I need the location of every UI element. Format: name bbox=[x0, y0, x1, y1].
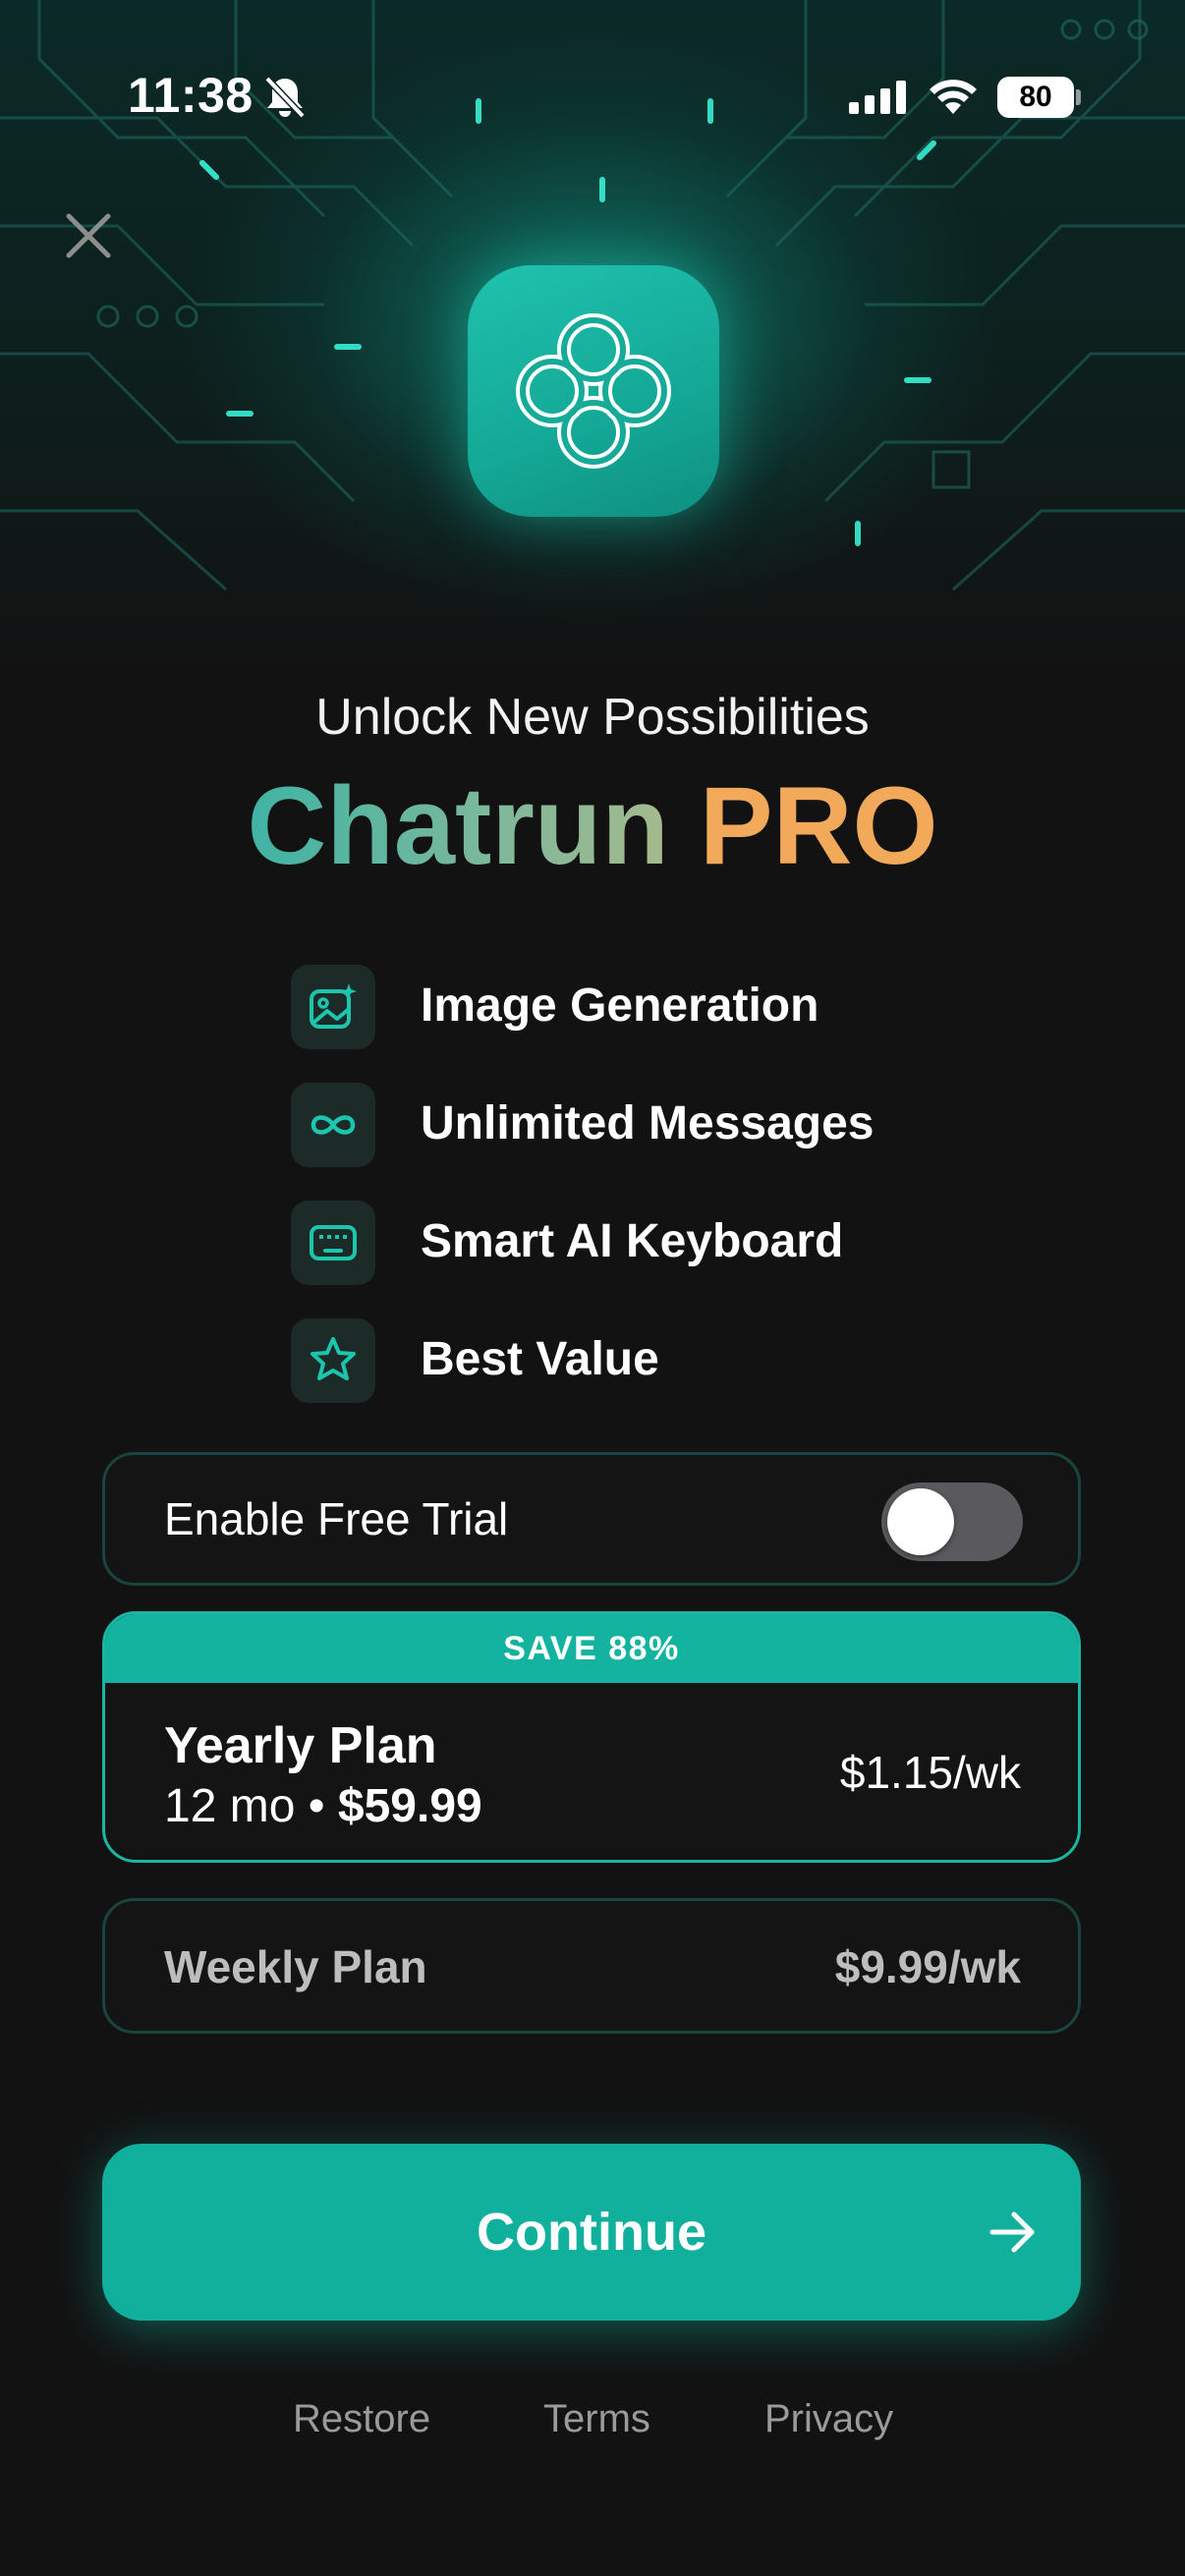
close-icon bbox=[66, 213, 111, 258]
free-trial-row[interactable]: Enable Free Trial bbox=[102, 1452, 1081, 1586]
yearly-plan-term: 12 mo bbox=[164, 1780, 296, 1832]
battery-cap bbox=[1076, 89, 1081, 105]
weekly-plan-option[interactable]: Weekly Plan $9.99/wk bbox=[102, 1898, 1081, 2034]
feature-label: Smart AI Keyboard bbox=[421, 1215, 844, 1267]
app-logo bbox=[468, 265, 719, 517]
paywall-subtitle: Unlock New Possibilities bbox=[315, 689, 870, 746]
feature-item-best-value: Best Value bbox=[291, 1318, 979, 1436]
battery-level: 80 bbox=[997, 77, 1074, 118]
yearly-plan-price: $59.99 bbox=[337, 1780, 482, 1832]
weekly-plan-price: $9.99/wk bbox=[834, 1941, 1021, 1992]
yearly-plan-detail: 12 mo • $59.99 bbox=[164, 1779, 482, 1833]
free-trial-label: Enable Free Trial bbox=[164, 1493, 509, 1544]
separator-dot: • bbox=[308, 1780, 325, 1832]
title-pro: PRO bbox=[699, 764, 938, 887]
feature-item-unlimited-messages: Unlimited Messages bbox=[291, 1083, 979, 1201]
cellular-signal-icon bbox=[849, 81, 908, 119]
feature-label: Unlimited Messages bbox=[421, 1097, 875, 1149]
wifi-icon bbox=[928, 77, 979, 121]
privacy-link[interactable]: Privacy bbox=[764, 2397, 893, 2441]
image-sparkle-icon bbox=[291, 965, 375, 1049]
paywall-screen: 11:38 80 Unlock New Possibilities Chatru… bbox=[0, 0, 1185, 2576]
close-button[interactable] bbox=[59, 206, 118, 265]
title-brand: Chatrun bbox=[247, 764, 669, 887]
feature-item-smart-ai-keyboard: Smart AI Keyboard bbox=[291, 1201, 979, 1318]
bell-slash-icon bbox=[263, 75, 307, 125]
status-bar: 11:38 80 bbox=[0, 59, 1185, 138]
star-icon bbox=[291, 1318, 375, 1403]
feature-label: Best Value bbox=[421, 1333, 659, 1385]
knot-logo-icon bbox=[516, 313, 671, 469]
keyboard-icon bbox=[291, 1201, 375, 1285]
arrow-right-icon bbox=[988, 2209, 1038, 2261]
save-badge: SAVE 88% bbox=[105, 1614, 1078, 1683]
weekly-plan-name: Weekly Plan bbox=[164, 1941, 427, 1992]
yearly-plan-per-week: $1.15/wk bbox=[839, 1747, 1021, 1798]
paywall-title: Chatrun PRO bbox=[0, 762, 1185, 890]
continue-label: Continue bbox=[477, 2203, 706, 2262]
feature-item-image-generation: Image Generation bbox=[291, 965, 979, 1083]
status-time: 11:38 bbox=[128, 68, 254, 123]
toggle-knob bbox=[887, 1488, 954, 1555]
feature-label: Image Generation bbox=[421, 980, 819, 1032]
yearly-plan-option[interactable]: SAVE 88% Yearly Plan 12 mo • $59.99 $1.1… bbox=[102, 1611, 1081, 1863]
yearly-plan-name: Yearly Plan bbox=[164, 1717, 437, 1774]
free-trial-toggle[interactable] bbox=[881, 1483, 1023, 1561]
feature-list: Image Generation Unlimited Messages Smar… bbox=[291, 965, 979, 1436]
restore-link[interactable]: Restore bbox=[293, 2397, 430, 2441]
terms-link[interactable]: Terms bbox=[543, 2397, 650, 2441]
infinity-icon bbox=[291, 1083, 375, 1167]
continue-button[interactable]: Continue bbox=[102, 2144, 1081, 2321]
battery-indicator: 80 bbox=[997, 77, 1081, 118]
